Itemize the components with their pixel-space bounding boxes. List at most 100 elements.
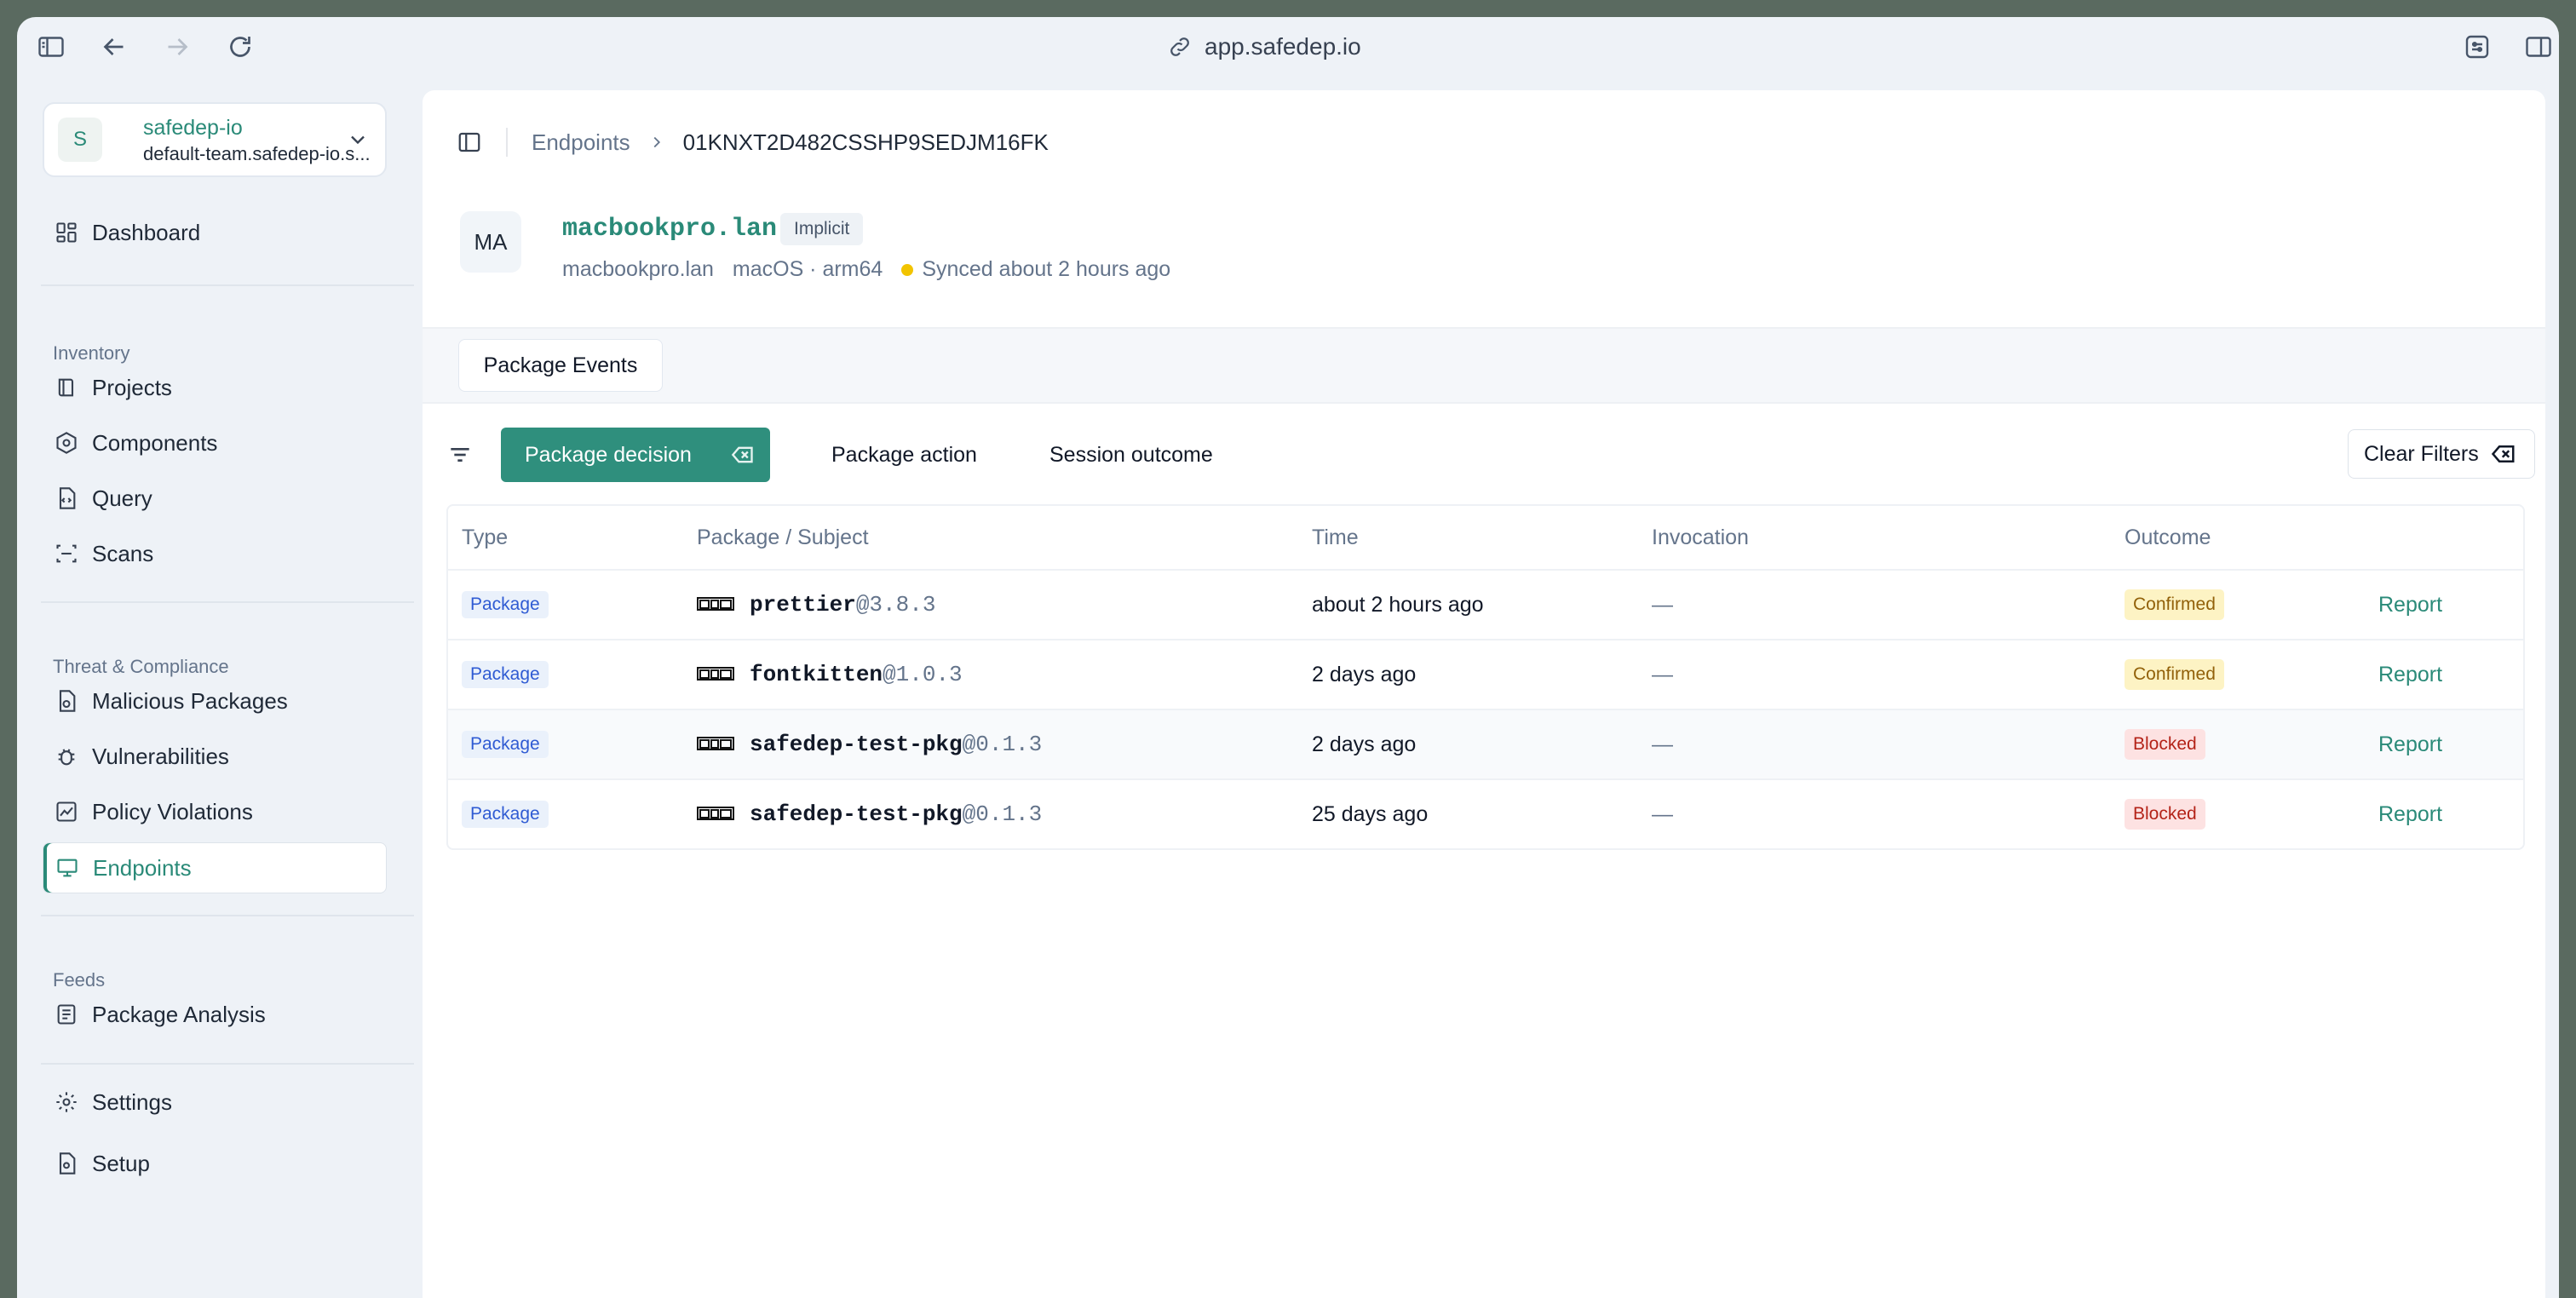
- panel-toggle-icon[interactable]: [457, 129, 482, 155]
- dashboard-icon: [55, 221, 78, 244]
- list-icon: [55, 1002, 78, 1026]
- org-avatar: S: [58, 118, 102, 162]
- report-cell: Report: [2378, 710, 2442, 778]
- package-version: @0.1.3: [962, 801, 1043, 827]
- table-header: Type Package / Subject Time Invocation O…: [448, 506, 2523, 571]
- report-cell: Report: [2378, 780, 2442, 848]
- sidebar-item-label: Policy Violations: [92, 798, 253, 824]
- npm-icon: [697, 737, 734, 750]
- outcome-cell: Blocked: [2125, 710, 2205, 778]
- package-name: prettier: [750, 592, 856, 617]
- column-header-invocation: Invocation: [1652, 525, 1749, 549]
- clear-filters-label: Clear Filters: [2364, 441, 2479, 466]
- table-row[interactable]: Package safedep-test-pkg @0.1.3 25 days a…: [448, 780, 2523, 848]
- chart-icon: [55, 800, 78, 824]
- sidebar-item-label: Query: [92, 485, 152, 511]
- invocation-cell: —: [1652, 732, 1673, 756]
- section-label-inventory: Inventory: [53, 342, 130, 364]
- section-label-feeds: Feeds: [53, 969, 106, 991]
- type-badge: Package: [462, 591, 549, 618]
- bug-icon: [55, 744, 78, 768]
- type-badge: Package: [462, 731, 549, 758]
- endpoint-badge: Implicit: [780, 213, 864, 245]
- type-cell: Package: [462, 640, 549, 709]
- outcome-badge: Blocked: [2125, 729, 2205, 760]
- package-cell[interactable]: safedep-test-pkg @0.1.3: [697, 710, 1042, 778]
- sidebar-item-label: Setup: [92, 1150, 150, 1176]
- report-link[interactable]: Report: [2378, 732, 2442, 757]
- report-link[interactable]: Report: [2378, 802, 2442, 827]
- forward-icon[interactable]: [162, 32, 193, 62]
- time-cell: about 2 hours ago: [1312, 592, 1484, 617]
- monitor-icon: [55, 856, 79, 880]
- sidebar-divider: [41, 915, 414, 916]
- column-header-outcome: Outcome: [2125, 525, 2211, 549]
- time-cell: 25 days ago: [1312, 801, 1429, 826]
- npm-icon: [697, 807, 734, 820]
- chevron-down-icon: [351, 135, 365, 145]
- sync-status-dot: [901, 263, 914, 276]
- filter-icon[interactable]: [446, 441, 474, 468]
- sidebar-item-package-analysis[interactable]: Package Analysis: [43, 990, 385, 1039]
- filter-chip-package-decision[interactable]: Package decision: [501, 428, 770, 482]
- package-cell[interactable]: prettier @3.8.3: [697, 571, 935, 639]
- breadcrumb-divider: [506, 128, 508, 157]
- sidebar-item-vulnerabilities[interactable]: Vulnerabilities: [43, 732, 385, 781]
- table-row[interactable]: Package prettier @3.8.3 about 2 hours ago…: [448, 571, 2523, 640]
- sidebar-divider: [41, 284, 414, 286]
- sidebar-divider: [41, 601, 414, 603]
- sidebar-item-label: Scans: [92, 540, 154, 566]
- endpoint-hostname: macbookpro.lan: [562, 257, 714, 281]
- table-row[interactable]: Package safedep-test-pkg @0.1.3 2 days ag…: [448, 710, 2523, 780]
- sidebar-item-setup[interactable]: Setup: [43, 1139, 385, 1188]
- breadcrumb: Endpoints 01KNXT2D482CSSHP9SEDJM16FK: [457, 124, 1049, 160]
- sidebar-item-malicious-packages[interactable]: Malicious Packages: [43, 676, 385, 726]
- package-version: @3.8.3: [855, 592, 936, 617]
- invocation-cell: —: [1652, 801, 1673, 826]
- back-icon[interactable]: [99, 32, 129, 62]
- package-cell[interactable]: fontkitten @1.0.3: [697, 640, 963, 709]
- extension-icon[interactable]: [2462, 32, 2493, 62]
- filter-chip-package-action[interactable]: Package action: [831, 428, 977, 482]
- column-header-type: Type: [462, 525, 509, 549]
- split-view-icon[interactable]: [2523, 32, 2554, 62]
- sidebar-item-query[interactable]: Query: [43, 474, 385, 523]
- tab-package-events[interactable]: Package Events: [458, 339, 663, 392]
- sidebar-item-projects[interactable]: Projects: [43, 363, 385, 412]
- sidebar-item-policy-violations[interactable]: Policy Violations: [43, 787, 385, 836]
- remove-filter-icon[interactable]: [731, 445, 755, 465]
- invocation-cell: —: [1652, 662, 1673, 686]
- report-link[interactable]: Report: [2378, 593, 2442, 617]
- backspace-icon: [2491, 445, 2515, 462]
- column-header-time: Time: [1312, 525, 1359, 549]
- endpoint-sync-status: Synced about 2 hours ago: [922, 257, 1171, 281]
- breadcrumb-link-endpoints[interactable]: Endpoints: [532, 129, 630, 156]
- section-label-threat: Threat & Compliance: [53, 656, 229, 677]
- sidebar-item-label: Vulnerabilities: [92, 743, 229, 769]
- outcome-badge: Blocked: [2125, 799, 2205, 830]
- time-cell: 2 days ago: [1312, 732, 1417, 756]
- sidebar-item-settings[interactable]: Settings: [43, 1077, 385, 1127]
- org-switcher[interactable]: S safedep-io default-team.safedep-io.s..…: [43, 102, 387, 177]
- table-row[interactable]: Package fontkitten @1.0.3 2 days ago — Co…: [448, 640, 2523, 710]
- package-name: safedep-test-pkg: [750, 801, 963, 827]
- type-badge: Package: [462, 801, 549, 828]
- report-link[interactable]: Report: [2378, 663, 2442, 687]
- reload-icon[interactable]: [225, 32, 256, 62]
- address-bar[interactable]: app.safedep.io: [1167, 29, 1361, 65]
- type-cell: Package: [462, 780, 549, 848]
- filter-chip-session-outcome[interactable]: Session outcome: [1049, 428, 1213, 482]
- sidebar-item-label: Endpoints: [93, 854, 192, 881]
- type-cell: Package: [462, 710, 549, 778]
- tabs-bar: Package Events: [423, 327, 2545, 404]
- outcome-badge: Confirmed: [2125, 589, 2224, 620]
- clear-filters-button[interactable]: Clear Filters: [2348, 429, 2535, 479]
- sidebar-item-scans[interactable]: Scans: [43, 529, 385, 578]
- column-header-package: Package / Subject: [697, 525, 869, 549]
- sidebar-item-dashboard[interactable]: Dashboard: [43, 208, 385, 257]
- sidebar-item-endpoints[interactable]: Endpoints: [43, 842, 387, 893]
- sidebar-item-components[interactable]: Components: [43, 418, 385, 468]
- package-cell[interactable]: safedep-test-pkg @0.1.3: [697, 780, 1042, 848]
- file-code-icon: [55, 486, 78, 510]
- sidebar-toggle-icon[interactable]: [36, 32, 66, 62]
